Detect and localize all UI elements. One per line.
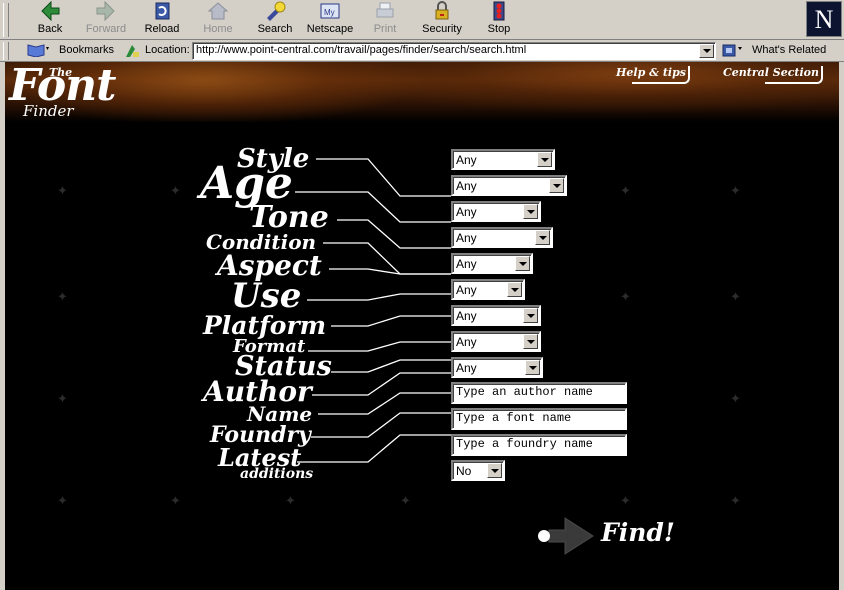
security-button[interactable]: Security	[420, 1, 464, 39]
back-arrow-icon	[41, 1, 60, 21]
use-label: Use	[231, 276, 302, 316]
name-label: Name	[247, 402, 313, 426]
search-button[interactable]: Search	[255, 1, 295, 39]
whats-related-button[interactable]: What's Related	[752, 44, 826, 56]
url-input[interactable]: http://www.point-central.com/travail/pag…	[192, 42, 716, 60]
padlock-icon	[435, 1, 449, 20]
printer-icon	[376, 2, 394, 18]
font-name-field[interactable]: Type a font name	[451, 408, 627, 430]
age-select[interactable]: Any	[451, 175, 567, 196]
forward-button[interactable]: Forward	[84, 1, 128, 39]
chevron-down-icon[interactable]	[549, 178, 564, 193]
web-page: ✦ ✦ ✦ ✦ ✦ ✦ ✦ ✦ ✦ ✦ ✦ ✦ ✦ ✦ ✦ ✦ ✦ ✦ ✦ ✦ …	[5, 62, 839, 590]
home-button[interactable]: Home	[201, 1, 235, 39]
home-icon	[207, 2, 229, 20]
chevron-down-icon[interactable]	[523, 334, 538, 349]
whats-related-icon	[722, 44, 742, 57]
navigation-toolbar: Back Forward Reload Home Search My Netsc	[0, 0, 844, 40]
chevron-down-icon[interactable]	[515, 256, 530, 271]
url-dropdown-button[interactable]	[699, 44, 714, 58]
platform-label: Platform	[203, 311, 327, 340]
reload-button[interactable]: Reload	[142, 1, 182, 39]
tone-select[interactable]: Any	[451, 201, 541, 222]
chevron-down-icon[interactable]	[523, 308, 538, 323]
search-flashlight-icon	[267, 1, 286, 21]
chevron-down-icon[interactable]	[507, 282, 522, 297]
chevron-down-icon[interactable]	[535, 230, 550, 245]
condition-select[interactable]: Any	[451, 227, 553, 248]
print-button[interactable]: Print	[370, 1, 400, 39]
locbar-grip[interactable]	[3, 42, 9, 60]
reload-icon	[155, 2, 170, 20]
stop-icon	[493, 1, 505, 21]
chevron-down-icon[interactable]	[525, 360, 540, 375]
location-label: Location:	[145, 44, 190, 56]
bookmarks-icon	[27, 44, 49, 57]
netscape-logo[interactable]: N	[806, 1, 842, 37]
window-frame-right	[839, 62, 844, 590]
latest-additions-select[interactable]: No	[451, 460, 505, 481]
tone-label: Tone	[249, 200, 329, 235]
chevron-down-icon[interactable]	[487, 463, 502, 478]
aspect-select[interactable]: Any	[451, 253, 533, 274]
netscape-button[interactable]: My Netscape	[306, 1, 354, 39]
format-select[interactable]: Any	[451, 331, 541, 352]
location-icon	[126, 45, 139, 57]
chevron-down-icon[interactable]	[523, 204, 538, 219]
forward-arrow-icon	[96, 1, 115, 21]
additions-label: additions	[240, 466, 314, 482]
find-arrow-icon	[538, 517, 594, 555]
toolbar-grip[interactable]	[3, 3, 9, 37]
platform-select[interactable]: Any	[451, 305, 541, 326]
label-connector-lines	[295, 158, 451, 463]
foundry-field[interactable]: Type a foundry name	[451, 434, 627, 456]
stop-button[interactable]: Stop	[484, 1, 514, 39]
status-select[interactable]: Any	[451, 357, 543, 378]
find-button[interactable]: Find!	[535, 510, 675, 560]
chevron-down-icon[interactable]	[537, 152, 552, 167]
location-bar: Bookmarks Location: http://www.point-cen…	[0, 40, 844, 62]
svg-text:My: My	[324, 8, 335, 17]
style-select[interactable]: Any	[451, 149, 555, 170]
author-field[interactable]: Type an author name	[451, 382, 627, 404]
back-button[interactable]: Back	[34, 1, 66, 39]
my-netscape-icon: My	[320, 3, 340, 19]
use-select[interactable]: Any	[451, 279, 525, 300]
